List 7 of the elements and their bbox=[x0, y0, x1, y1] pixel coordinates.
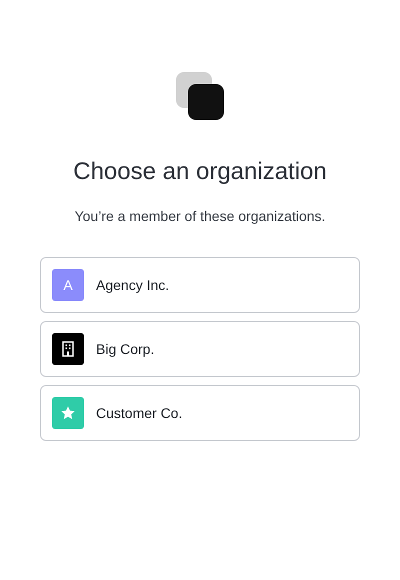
page-title: Choose an organization bbox=[73, 157, 327, 187]
subtitle: You’re a member of these organizations. bbox=[74, 207, 326, 226]
organization-option[interactable]: A Agency Inc. bbox=[40, 257, 360, 313]
organization-option[interactable]: Big Corp. bbox=[40, 321, 360, 377]
logo-icon bbox=[176, 72, 224, 120]
organization-option[interactable]: Customer Co. bbox=[40, 385, 360, 441]
organization-avatar: A bbox=[52, 269, 84, 301]
